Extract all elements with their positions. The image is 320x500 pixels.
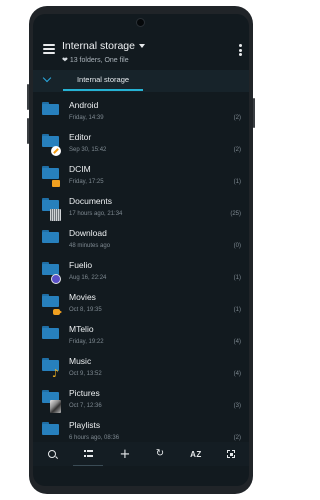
dropdown-caret-icon	[138, 44, 145, 49]
folder-item-count: (2)	[233, 115, 241, 121]
folder-name: Editor	[69, 132, 92, 142]
folder-modified: Friday, 19:22	[69, 339, 104, 345]
folder-modified: Sep 30, 15:42	[69, 147, 107, 153]
folder-item-count: (25)	[230, 211, 241, 217]
button-underline	[73, 464, 103, 466]
folder-name: Pictures	[69, 388, 100, 398]
folder-modified: 48 minutes ago	[69, 243, 111, 249]
bottom-toolbar: + ↻ AZ	[33, 442, 249, 466]
folder-row[interactable]: Music Oct 9, 13:52 (4)	[33, 352, 249, 384]
folder-item-count: (1)	[233, 275, 241, 281]
heart-icon[interactable]: ❤	[62, 57, 68, 64]
folder-name: DCIM	[69, 164, 91, 174]
editor-badge-icon	[51, 146, 61, 156]
folder-modified: Oct 8, 19:35	[69, 307, 102, 313]
menu-icon[interactable]	[43, 44, 55, 54]
folder-item-count: (4)	[233, 339, 241, 345]
folder-item-count: (4)	[233, 371, 241, 377]
folder-name: Music	[69, 356, 92, 366]
folder-row[interactable]: Editor Sep 30, 15:42 (2)	[33, 128, 249, 160]
folder-modified: Friday, 17:25	[69, 179, 104, 185]
search-icon	[48, 450, 56, 458]
fuelio-badge-icon	[51, 274, 61, 284]
add-icon: +	[119, 446, 131, 462]
folder-modified: Oct 7, 12:36	[69, 403, 102, 409]
folder-item-count: (2)	[233, 435, 241, 441]
power-button	[253, 98, 255, 128]
folder-name: Download	[69, 228, 107, 238]
add-button[interactable]: +	[110, 442, 140, 466]
refresh-button[interactable]: ↻	[145, 442, 175, 466]
sort-button[interactable]: AZ	[181, 442, 211, 466]
active-tab-indicator	[63, 89, 143, 91]
summary-text: 13 folders, One file	[69, 57, 129, 64]
front-camera	[136, 18, 145, 27]
folder-modified: Oct 9, 13:52	[69, 371, 102, 377]
folder-icon	[42, 166, 59, 179]
view-list-icon	[83, 450, 93, 458]
folder-icon	[42, 326, 59, 339]
folder-icon	[42, 230, 59, 243]
folder-icon	[42, 102, 59, 115]
folder-name: Documents	[69, 196, 112, 206]
folder-item-count: (0)	[233, 243, 241, 249]
path-tab-current[interactable]: Internal storage	[63, 75, 143, 84]
folder-name: Android	[69, 100, 99, 110]
folder-item-count: (2)	[233, 147, 241, 153]
folder-item-count: (1)	[233, 179, 241, 185]
folder-item-count: (3)	[233, 403, 241, 409]
view-mode-button[interactable]	[73, 442, 103, 466]
pictures-badge-icon	[50, 400, 61, 413]
folder-name: Fuelio	[69, 260, 93, 270]
docs-badge-icon	[50, 209, 61, 221]
dcim-badge-icon	[52, 180, 60, 187]
path-bar: Internal storage	[33, 70, 249, 92]
folder-modified: Aug 16, 22:24	[69, 275, 107, 281]
folder-modified: 6 hours ago, 08:36	[69, 435, 120, 441]
volume-button	[27, 84, 29, 110]
folder-row[interactable]: Documents 17 hours ago, 21:34 (25)	[33, 192, 249, 224]
music-badge-icon	[51, 367, 61, 380]
volume-button	[27, 118, 29, 144]
folder-row[interactable]: MTelio Friday, 19:22 (4)	[33, 320, 249, 352]
page-title: Internal storage	[62, 40, 135, 52]
folder-modified: 17 hours ago, 21:34	[69, 211, 123, 217]
select-button[interactable]	[216, 442, 246, 466]
overflow-menu-icon[interactable]	[239, 44, 242, 58]
folder-list: Android Friday, 14:39 (2) Editor Sep 30, 15:…	[33, 96, 249, 448]
folder-row[interactable]: Fuelio Aug 16, 22:24 (1)	[33, 256, 249, 288]
folder-summary: ❤ 13 folders, One file	[62, 56, 129, 64]
folder-row[interactable]: Movies Oct 8, 19:35 (1)	[33, 288, 249, 320]
search-button[interactable]	[37, 442, 67, 466]
folder-row[interactable]: Download 48 minutes ago (0)	[33, 224, 249, 256]
folder-icon	[42, 422, 59, 435]
folder-name: Playlists	[69, 420, 101, 430]
refresh-icon: ↻	[155, 448, 165, 459]
folder-name: MTelio	[69, 324, 94, 334]
folder-name: Movies	[69, 292, 96, 302]
folder-modified: Friday, 14:39	[69, 115, 104, 121]
folder-item-count: (1)	[233, 307, 241, 313]
folder-row[interactable]: DCIM Friday, 17:25 (1)	[33, 160, 249, 192]
folder-row[interactable]: Android Friday, 14:39 (2)	[33, 96, 249, 128]
chevron-down-icon[interactable]	[42, 73, 52, 83]
storage-selector[interactable]: Internal storage	[62, 40, 145, 52]
folder-row[interactable]: Pictures Oct 7, 12:36 (3)	[33, 384, 249, 416]
folder-icon	[42, 294, 59, 307]
movies-badge-icon	[53, 309, 62, 315]
select-icon	[227, 450, 235, 458]
screen: Internal storage ❤ 13 folders, One file …	[33, 14, 249, 486]
sort-az-icon: AZ	[190, 449, 202, 459]
